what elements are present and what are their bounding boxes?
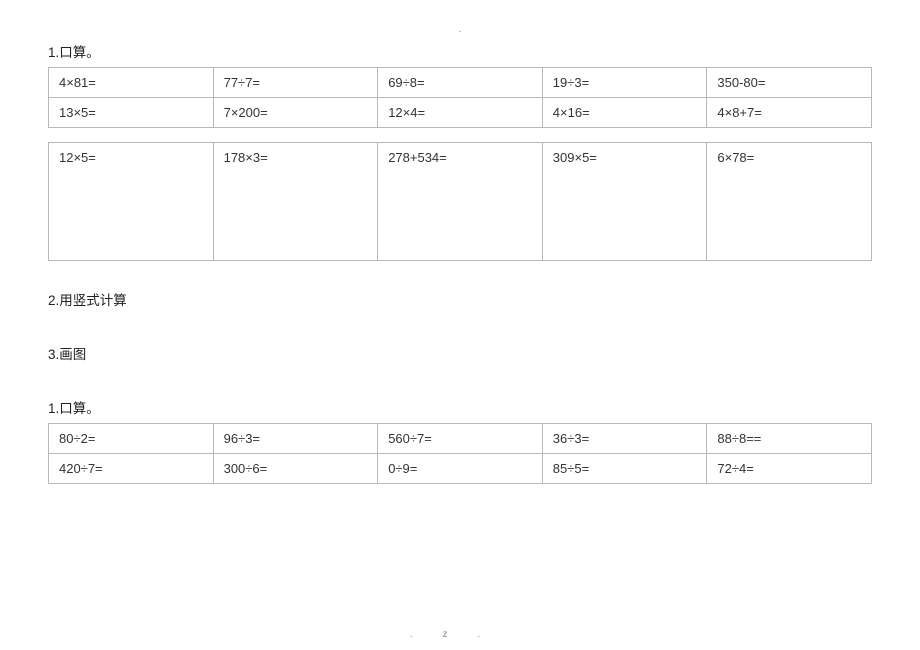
- cell: 309×5=: [542, 143, 707, 261]
- cell: 6×78=: [707, 143, 872, 261]
- cell: 19÷3=: [542, 68, 707, 98]
- cell: 13×5=: [49, 98, 214, 128]
- cell: 300÷6=: [213, 454, 378, 484]
- cell: 178×3=: [213, 143, 378, 261]
- heading-4: 1.口算。: [48, 397, 872, 417]
- cell: 278+534=: [378, 143, 543, 261]
- table-3: 80÷2= 96÷3= 560÷7= 36÷3= 88÷8== 420÷7= 3…: [48, 423, 872, 484]
- cell: 7×200=: [213, 98, 378, 128]
- cell: 36÷3=: [542, 424, 707, 454]
- cell: 4×8+7=: [707, 98, 872, 128]
- cell: 12×4=: [378, 98, 543, 128]
- heading-3: 3.画图: [48, 343, 872, 363]
- table-row: 420÷7= 300÷6= 0÷9= 85÷5= 72÷4=: [49, 454, 872, 484]
- top-dot: .: [48, 24, 872, 35]
- cell: 0÷9=: [378, 454, 543, 484]
- cell: 69÷8=: [378, 68, 543, 98]
- heading-2: 2.用竖式计算: [48, 289, 872, 309]
- cell: 72÷4=: [707, 454, 872, 484]
- footer-text: .z.: [0, 629, 920, 640]
- cell: 80÷2=: [49, 424, 214, 454]
- cell: 77÷7=: [213, 68, 378, 98]
- cell: 85÷5=: [542, 454, 707, 484]
- table-row: 12×5= 178×3= 278+534= 309×5= 6×78=: [49, 143, 872, 261]
- heading-1: 1.口算。: [48, 41, 872, 61]
- cell: 96÷3=: [213, 424, 378, 454]
- cell: 4×16=: [542, 98, 707, 128]
- cell: 4×81=: [49, 68, 214, 98]
- cell: 420÷7=: [49, 454, 214, 484]
- table-row: 4×81= 77÷7= 69÷8= 19÷3= 350-80=: [49, 68, 872, 98]
- cell: 560÷7=: [378, 424, 543, 454]
- cell: 88÷8==: [707, 424, 872, 454]
- table-row: 13×5= 7×200= 12×4= 4×16= 4×8+7=: [49, 98, 872, 128]
- table-row: 80÷2= 96÷3= 560÷7= 36÷3= 88÷8==: [49, 424, 872, 454]
- table-2: 12×5= 178×3= 278+534= 309×5= 6×78=: [48, 142, 872, 261]
- table-1: 4×81= 77÷7= 69÷8= 19÷3= 350-80= 13×5= 7×…: [48, 67, 872, 128]
- cell: 350-80=: [707, 68, 872, 98]
- cell: 12×5=: [49, 143, 214, 261]
